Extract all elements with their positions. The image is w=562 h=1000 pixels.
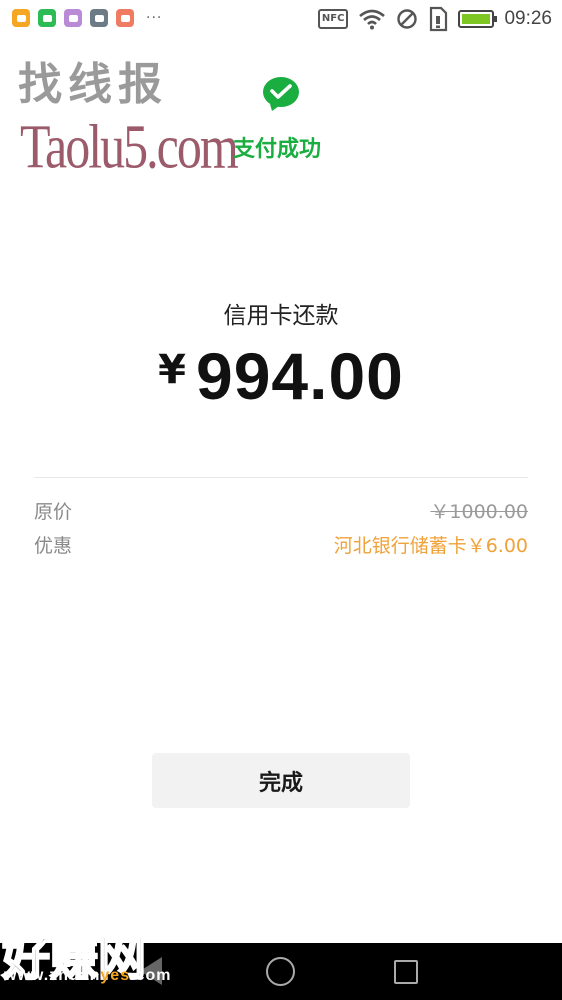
sim-icon	[430, 6, 448, 32]
app-notification-icon	[12, 9, 30, 27]
notification-area: ···	[12, 9, 162, 27]
original-price-label: 原价	[34, 501, 73, 523]
original-price-value: ￥1000.00	[430, 501, 528, 523]
gallery-notification-icon	[64, 9, 82, 27]
done-button[interactable]: 完成	[152, 753, 410, 808]
payment-amount: ¥994.00	[0, 338, 562, 414]
divider	[34, 477, 528, 478]
currency-symbol: ¥	[158, 347, 186, 393]
clock: 09:26	[504, 8, 552, 29]
discount-value: 河北银行储蓄卡￥6.00	[333, 535, 528, 557]
watermark-text: 找线报	[18, 59, 168, 110]
original-price-row: 原价 ￥1000.00	[34, 497, 528, 523]
nfc-icon: NFC	[317, 9, 349, 29]
discount-row: 优惠 河北银行储蓄卡￥6.00	[34, 531, 528, 557]
app-notification-icon	[116, 9, 134, 27]
do-not-disturb-icon	[397, 9, 418, 29]
system-icons: NFC 09:26	[317, 6, 552, 32]
message-notification-icon	[90, 9, 108, 27]
wechat-pay-icon	[263, 77, 299, 111]
payment-success-title: 支付成功	[233, 137, 322, 162]
battery-icon	[458, 10, 498, 28]
watermark-url: Taolu5.com	[20, 111, 239, 182]
wifi-icon	[359, 9, 386, 30]
discount-label: 优惠	[34, 535, 73, 557]
more-notifications-icon: ···	[146, 10, 163, 26]
wechat-notification-icon	[38, 9, 56, 27]
amount-value: 994.00	[195, 339, 404, 413]
status-bar: ··· NFC 09:26	[0, 0, 562, 38]
home-button[interactable]	[266, 957, 295, 986]
recents-button[interactable]	[394, 960, 418, 984]
watermark-logo-url: www.zhuanyes.com	[4, 967, 172, 984]
merchant-name: 信用卡还款	[223, 303, 339, 329]
